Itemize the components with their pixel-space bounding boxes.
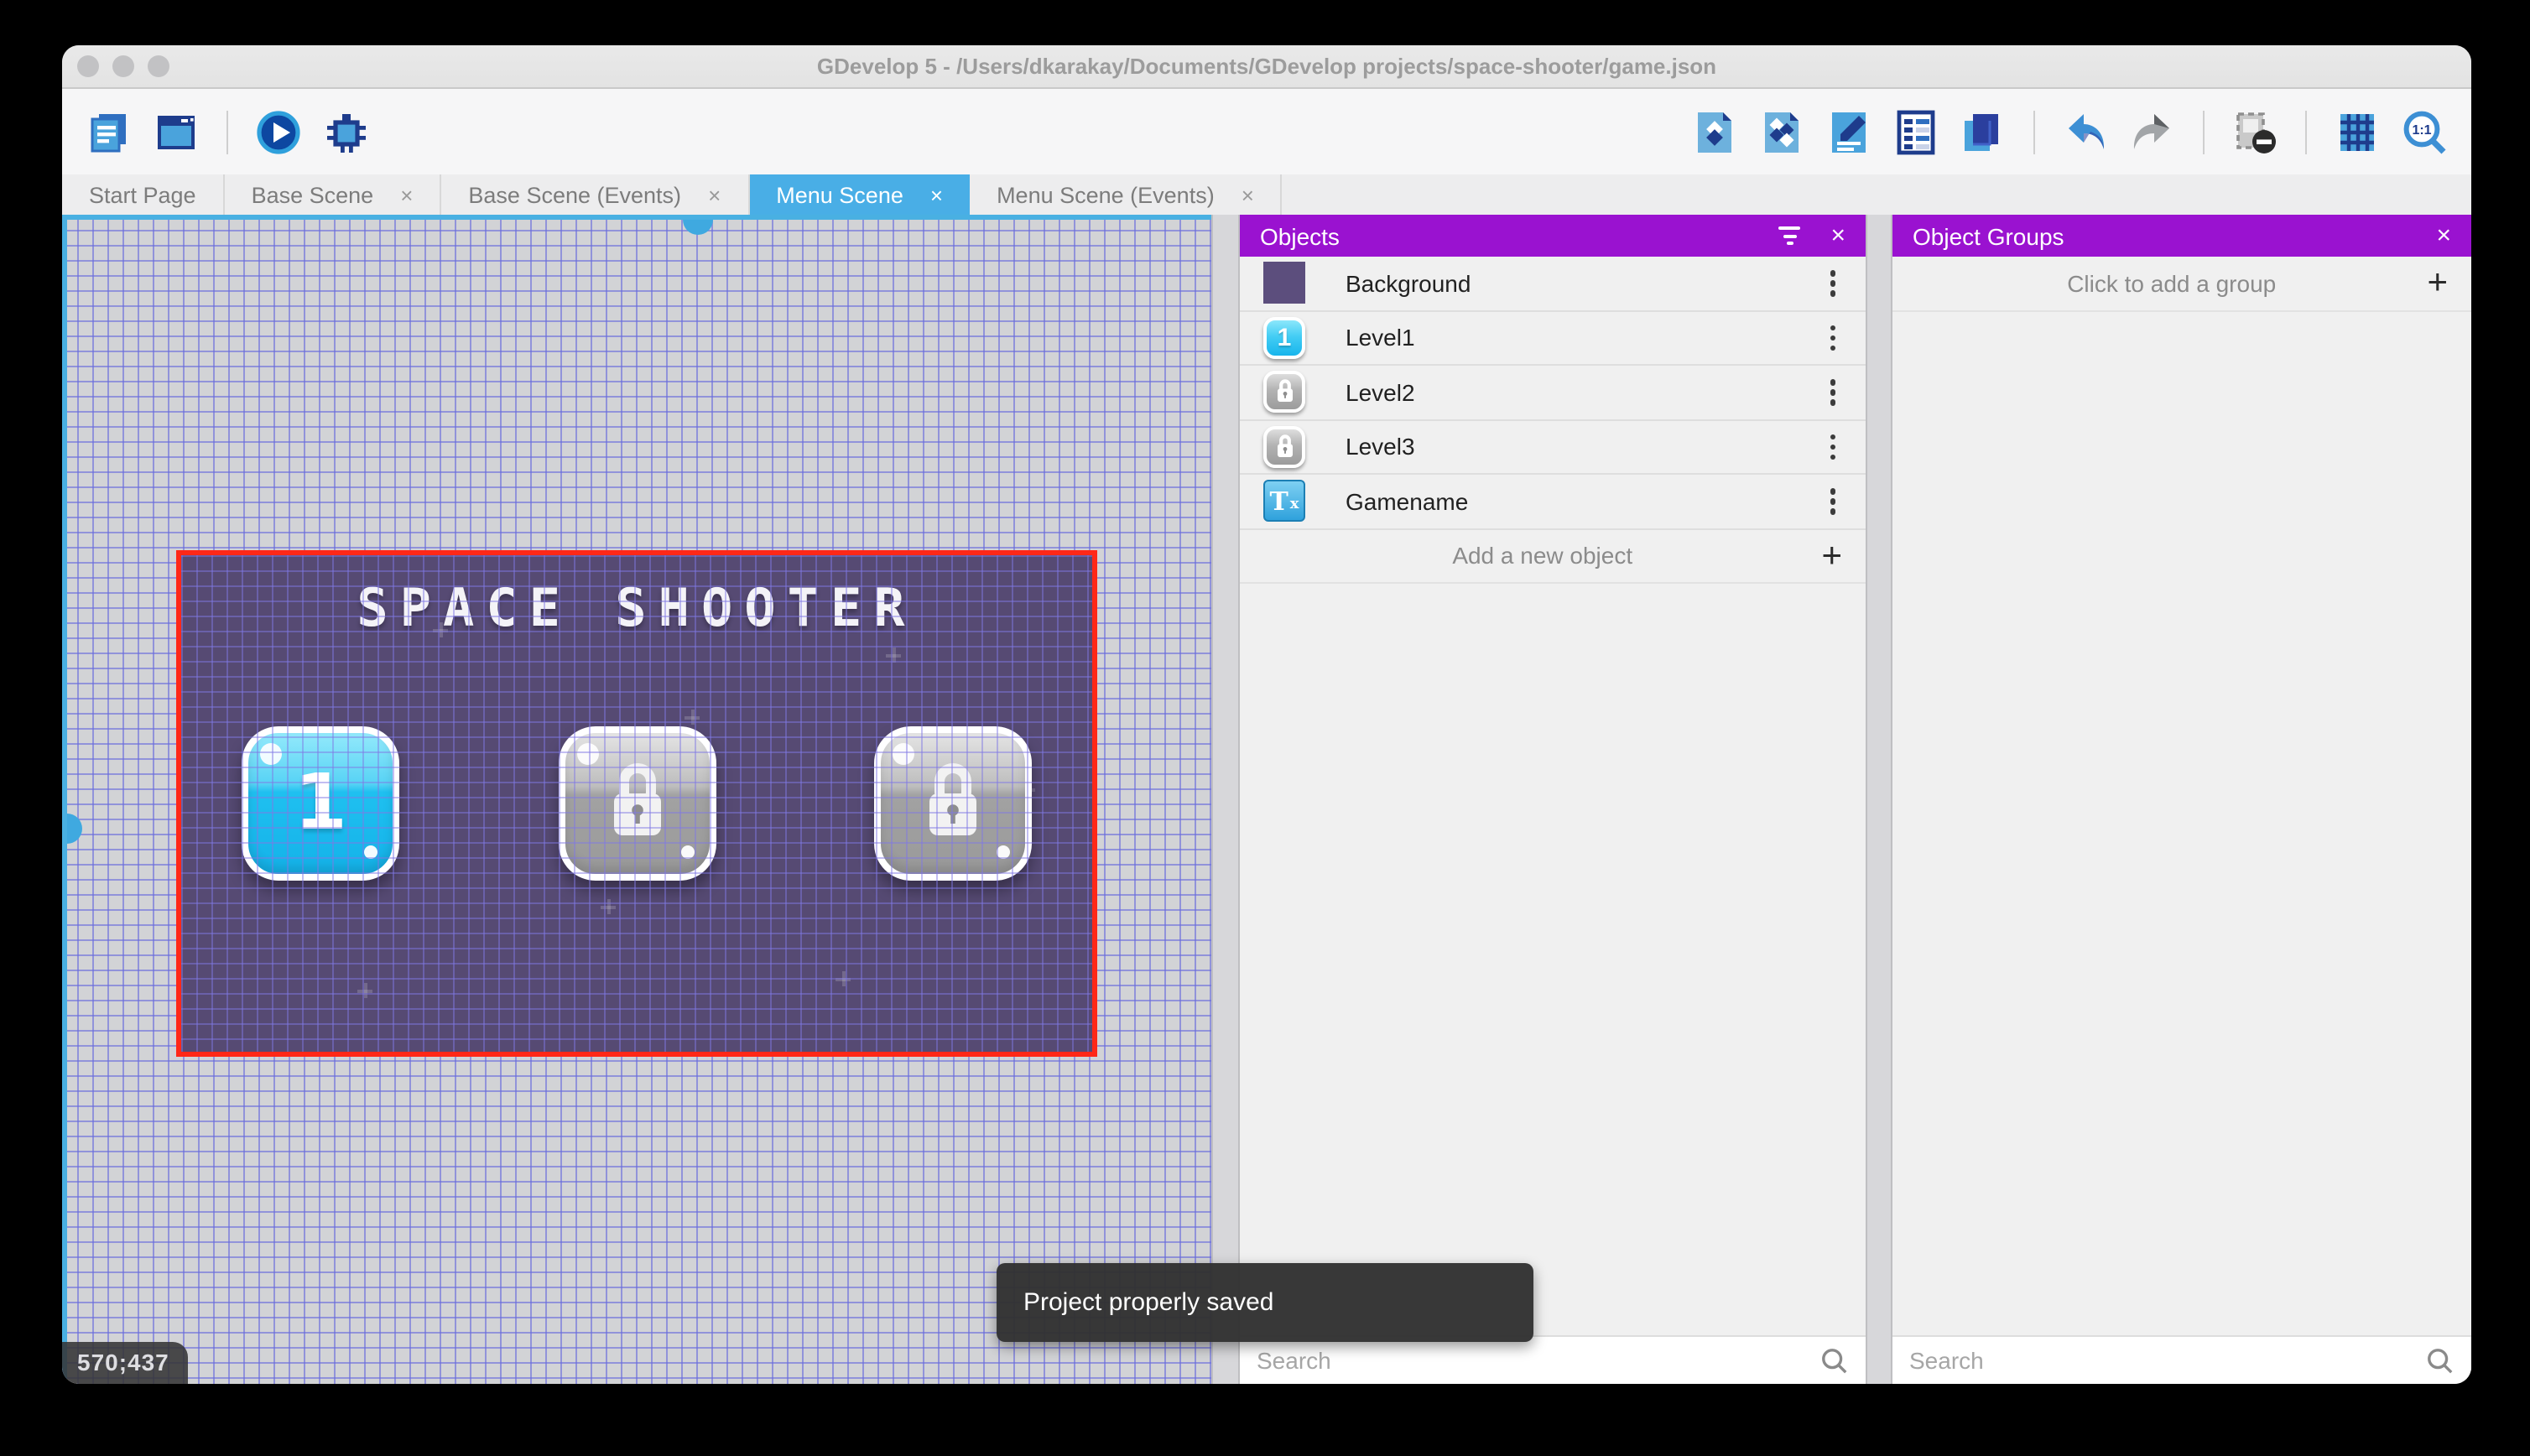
add-icon: + [2427,266,2448,301]
level-2-locked-button-instance[interactable] [558,726,716,881]
level3-locked-thumbnail [1263,426,1305,468]
close-panel-icon[interactable]: × [1830,223,1845,248]
object-menu-icon[interactable] [1819,427,1845,466]
editor-tabs: Start Page Base Scene × Base Scene (Even… [62,174,2471,215]
objects-panel-header: Objects × [1240,215,1866,257]
toast-message: Project properly saved [1023,1288,1274,1317]
tab-menu-scene[interactable]: Menu Scene × [749,174,970,215]
panel-resizer[interactable] [1211,215,1240,1384]
objects-panel-empty-area [1240,584,1866,1335]
filter-icon[interactable] [1778,226,1800,245]
object-row-background[interactable]: Background [1240,257,1866,311]
object-menu-icon[interactable] [1819,318,1845,357]
open-instances-list-icon[interactable] [1892,108,1939,155]
game-window-top-border [62,215,1211,220]
level-3-locked-button-instance[interactable] [874,726,1032,881]
panel-resizer[interactable] [1866,215,1892,1384]
cursor-coordinates: 570;437 [62,1342,188,1384]
delete-selection-icon[interactable] [2231,108,2278,155]
level2-locked-thumbnail [1263,372,1305,413]
add-group-button[interactable]: Click to add a group + [1892,257,2471,311]
svg-text:1:1: 1:1 [2412,122,2431,137]
groups-panel-empty-area [1892,311,2471,1335]
search-icon [2426,1346,2455,1375]
objects-panel: Objects × Background 1 Level1 [1240,215,1866,1384]
toolbar-divider [2305,110,2307,153]
object-row-level3[interactable]: Level3 [1240,420,1866,475]
objects-search-input[interactable] [1257,1347,1820,1374]
project-manager-icon[interactable] [86,108,133,155]
objects-panel-title: Objects [1260,222,1748,249]
game-window-left-border [62,215,67,1384]
level1-thumbnail: 1 [1263,317,1305,359]
window-border-handle-top[interactable] [683,220,713,235]
toolbar: 1:1 [62,89,2471,174]
close-panel-icon[interactable]: × [2436,223,2451,248]
gdevelop-window: GDevelop 5 - /Users/dkarakay/Documents/G… [62,45,2471,1384]
toolbar-divider [2203,110,2205,153]
play-preview-icon[interactable] [255,108,302,155]
zoom-one-to-one-icon[interactable]: 1:1 [2401,108,2448,155]
start-page-window-icon[interactable] [153,108,200,155]
object-row-gamename[interactable]: Tx Gamename [1240,475,1866,529]
search-icon [1820,1346,1849,1375]
tab-start-page[interactable]: Start Page [62,174,225,215]
lock-icon [603,763,670,844]
level-1-button-instance[interactable]: 1 [242,726,399,881]
toolbar-divider [226,110,228,153]
lock-icon [1274,434,1294,460]
scene-editor-canvas[interactable]: SPACE SHOOTER 1 [62,215,1211,1384]
main-area: SPACE SHOOTER 1 [62,215,2471,1384]
level-buttons-row: 1 [181,726,1092,881]
titlebar: GDevelop 5 - /Users/dkarakay/Documents/G… [62,45,2471,89]
open-object-groups-panel-icon[interactable] [1758,108,1805,155]
close-tab-icon[interactable]: × [930,184,943,205]
open-objects-panel-icon[interactable] [1691,108,1738,155]
add-icon: + [1821,538,1842,574]
tab-base-scene-events[interactable]: Base Scene (Events) × [441,174,749,215]
objects-search-bar [1240,1335,1866,1384]
object-row-level2[interactable]: Level2 [1240,366,1866,420]
save-toast: Project properly saved [997,1263,1533,1342]
debugger-icon[interactable] [322,108,369,155]
tab-menu-scene-events[interactable]: Menu Scene (Events) × [970,174,1283,215]
object-menu-icon[interactable] [1819,263,1845,303]
object-menu-icon[interactable] [1819,372,1845,412]
object-groups-panel-header: Object Groups × [1892,215,2471,257]
screen: GDevelop 5 - /Users/dkarakay/Documents/G… [0,0,2530,1456]
add-new-object-button[interactable]: Add a new object + [1240,529,1866,584]
open-properties-panel-icon[interactable] [1825,108,1872,155]
window-title: GDevelop 5 - /Users/dkarakay/Documents/G… [62,54,2471,79]
text-object-thumbnail: Tx [1263,481,1305,523]
object-menu-icon[interactable] [1819,481,1845,521]
tab-base-scene[interactable]: Base Scene × [225,174,442,215]
game-title-text[interactable]: SPACE SHOOTER [181,579,1092,639]
lock-icon [1274,380,1294,405]
close-tab-icon[interactable]: × [400,184,413,205]
close-tab-icon[interactable]: × [1242,184,1254,205]
groups-search-input[interactable] [1909,1347,2426,1374]
object-row-level1[interactable]: 1 Level1 [1240,311,1866,366]
undo-icon[interactable] [2062,108,2109,155]
object-groups-panel: Object Groups × Click to add a group + [1892,215,2471,1384]
toolbar-divider [2033,110,2035,153]
groups-search-bar [1892,1335,2471,1384]
window-border-handle-left[interactable] [67,814,82,844]
lock-icon [919,763,986,844]
toggle-grid-icon[interactable] [2334,108,2381,155]
redo-icon[interactable] [2129,108,2176,155]
object-groups-panel-title: Object Groups [1913,222,2406,249]
close-tab-icon[interactable]: × [708,184,721,205]
open-layers-panel-icon[interactable] [1960,108,2007,155]
background-thumbnail [1263,263,1305,304]
background-instance-selected[interactable]: SPACE SHOOTER 1 [176,550,1097,1057]
